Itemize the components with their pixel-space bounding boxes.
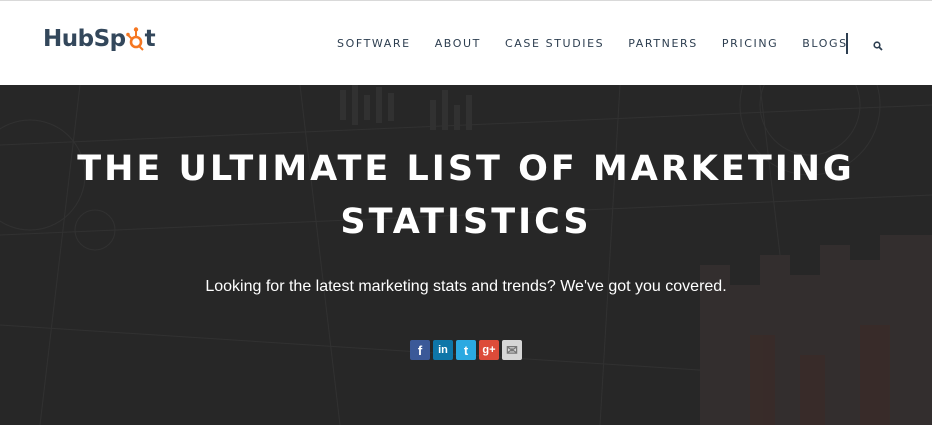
- email-icon[interactable]: ✉: [502, 340, 522, 360]
- logo-text-start: HubSp: [43, 26, 126, 52]
- sprocket-icon: [125, 27, 144, 51]
- nav-partners[interactable]: PARTNERS: [628, 37, 698, 50]
- nav-pricing[interactable]: PRICING: [722, 37, 778, 50]
- hero-subtitle: Looking for the latest marketing stats a…: [205, 278, 727, 295]
- nav-blogs[interactable]: BLOGS: [802, 37, 847, 50]
- google-plus-icon[interactable]: g+: [479, 340, 499, 360]
- hero-background-image: [0, 85, 932, 425]
- main-nav: SOFTWARE ABOUT CASE STUDIES PARTNERS PRI…: [337, 37, 848, 50]
- title-line-2: STATISTICS: [340, 202, 592, 242]
- logo-text-end: t: [144, 26, 156, 52]
- nav-case-studies[interactable]: CASE STUDIES: [505, 37, 604, 50]
- page-title: THE ULTIMATE LIST OF MARKETING STATISTIC…: [0, 143, 932, 249]
- nav-about[interactable]: ABOUT: [435, 37, 481, 50]
- title-line-1: THE ULTIMATE LIST OF MARKETING: [77, 149, 855, 189]
- hero-banner: THE ULTIMATE LIST OF MARKETING STATISTIC…: [0, 85, 932, 425]
- nav-divider: [846, 33, 848, 54]
- share-buttons: f in t g+ ✉: [410, 340, 522, 360]
- nav-software[interactable]: SOFTWARE: [337, 37, 411, 50]
- hubspot-logo[interactable]: HubSp t: [43, 25, 156, 53]
- facebook-icon[interactable]: f: [410, 340, 430, 360]
- search-icon[interactable]: [873, 41, 883, 51]
- twitter-icon[interactable]: t: [456, 340, 476, 360]
- site-header: HubSp t SOFTWARE ABOUT CASE STUDIES PART…: [0, 1, 932, 85]
- linkedin-icon[interactable]: in: [433, 340, 453, 360]
